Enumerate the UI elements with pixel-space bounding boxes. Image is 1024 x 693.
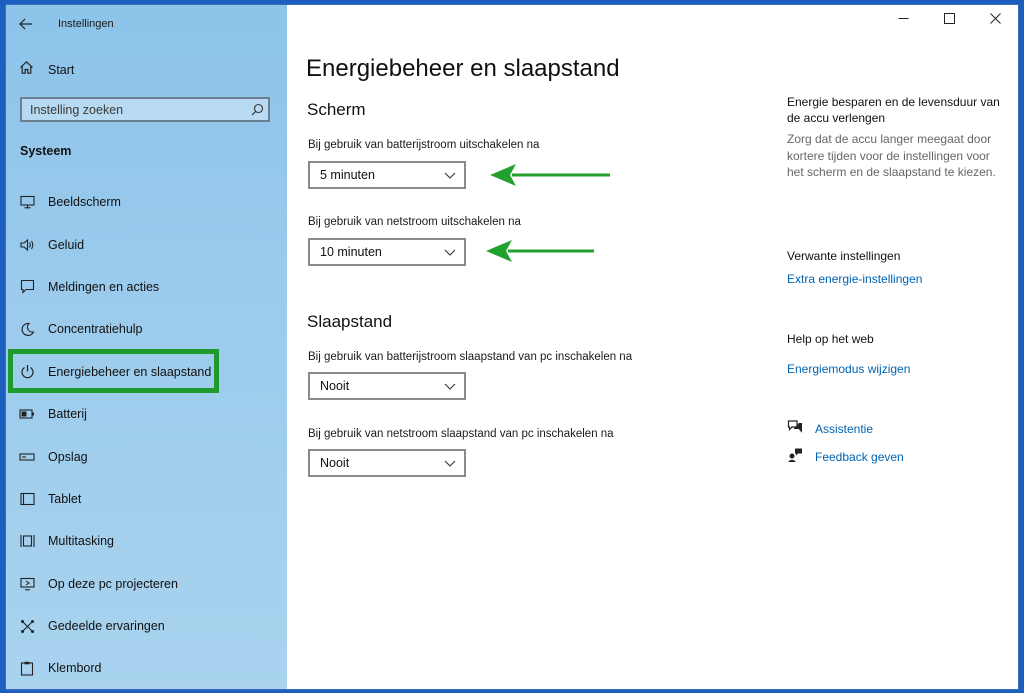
sleep-plugged-label: Bij gebruik van netstroom slaapstand van… bbox=[308, 428, 614, 440]
settings-window: Instellingen Start Systeem Beeldscherm bbox=[6, 5, 1018, 689]
tablet-icon bbox=[19, 491, 35, 507]
sidebar-item-label: Op deze pc projecteren bbox=[48, 576, 178, 591]
sidebar-nav: Beeldscherm Geluid Meldingen en acties C… bbox=[6, 181, 287, 689]
sidebar-item-label: Gedeelde ervaringen bbox=[48, 619, 165, 634]
sidebar-item-label: Klembord bbox=[48, 661, 102, 676]
sidebar-item-label: Multitasking bbox=[48, 534, 114, 549]
app-title: Instellingen bbox=[58, 18, 114, 30]
sidebar-item-gedeelde-ervaringen[interactable]: Gedeelde ervaringen bbox=[6, 605, 287, 647]
dropdown-value: 10 minuten bbox=[320, 245, 382, 259]
maximize-icon[interactable] bbox=[926, 5, 972, 31]
sidebar-item-meldingen[interactable]: Meldingen en acties bbox=[6, 266, 287, 308]
sidebar: Instellingen Start Systeem Beeldscherm bbox=[6, 5, 287, 689]
battery-icon bbox=[19, 406, 35, 422]
dropdown-value: Nooit bbox=[320, 379, 350, 393]
section-heading-scherm: Scherm bbox=[307, 100, 366, 119]
sleep-battery-label: Bij gebruik van batterijstroom slaapstan… bbox=[308, 351, 633, 363]
sidebar-item-opslag[interactable]: Opslag bbox=[6, 435, 287, 477]
sidebar-item-label: Batterij bbox=[48, 407, 87, 422]
side-panel: Energie besparen en de levensduur van de… bbox=[787, 94, 1002, 181]
sidebar-item-beeldscherm[interactable]: Beeldscherm bbox=[6, 181, 287, 223]
home-label: Start bbox=[48, 63, 75, 77]
dropdown-value: Nooit bbox=[320, 456, 350, 470]
assistance-label: Assistentie bbox=[815, 422, 874, 436]
tip-text: Zorg dat de accu langer meegaat door kor… bbox=[787, 132, 996, 179]
screen-battery-dropdown[interactable]: 5 minuten bbox=[308, 161, 466, 189]
search-icon[interactable] bbox=[246, 103, 268, 116]
web-help-title: Help op het web bbox=[787, 332, 874, 346]
annotation-arrow bbox=[490, 164, 610, 186]
sidebar-item-label: Meldingen en acties bbox=[48, 279, 160, 294]
back-arrow-icon[interactable] bbox=[18, 16, 34, 32]
sidebar-item-concentratiehulp[interactable]: Concentratiehulp bbox=[6, 308, 287, 350]
chevron-down-icon bbox=[444, 243, 456, 261]
chevron-down-icon bbox=[444, 377, 456, 395]
feedback-icon bbox=[787, 447, 803, 467]
home-link[interactable]: Start bbox=[19, 60, 74, 80]
screen-battery-label: Bij gebruik van batterijstroom uitschake… bbox=[308, 139, 540, 151]
sleep-plugged-dropdown[interactable]: Nooit bbox=[308, 449, 466, 477]
sidebar-item-label: Opslag bbox=[48, 449, 88, 464]
project-icon bbox=[19, 576, 35, 592]
search-input[interactable] bbox=[22, 98, 246, 121]
chevron-down-icon bbox=[444, 454, 456, 472]
home-icon bbox=[19, 60, 34, 80]
chevron-down-icon bbox=[444, 166, 456, 184]
sidebar-item-tablet[interactable]: Tablet bbox=[6, 478, 287, 520]
feedback-link[interactable]: Feedback geven bbox=[787, 447, 904, 467]
related-settings-title: Verwante instellingen bbox=[787, 249, 901, 263]
sidebar-item-label: Tablet bbox=[48, 491, 82, 506]
title-bar: Instellingen bbox=[18, 10, 114, 38]
tip-title: Energie besparen en de levensduur van de… bbox=[787, 95, 1000, 125]
extra-power-settings-link[interactable]: Extra energie-instellingen bbox=[787, 272, 922, 286]
sidebar-item-label: Beeldscherm bbox=[48, 195, 121, 210]
clipboard-icon bbox=[19, 660, 35, 676]
sidebar-item-energiebeheer[interactable]: Energiebeheer en slaapstand bbox=[6, 348, 287, 393]
sidebar-item-projecteren[interactable]: Op deze pc projecteren bbox=[6, 563, 287, 605]
sidebar-item-batterij[interactable]: Batterij bbox=[6, 393, 287, 435]
multitasking-icon bbox=[19, 533, 35, 549]
feedback-label: Feedback geven bbox=[815, 450, 904, 464]
monitor-icon bbox=[19, 194, 35, 210]
notification-icon bbox=[19, 279, 35, 295]
moon-icon bbox=[19, 321, 35, 337]
highlight-box bbox=[8, 348, 219, 393]
speaker-icon bbox=[19, 237, 35, 253]
assistance-link[interactable]: Assistentie bbox=[787, 419, 873, 439]
sleep-battery-dropdown[interactable]: Nooit bbox=[308, 372, 466, 400]
sidebar-item-multitasking[interactable]: Multitasking bbox=[6, 520, 287, 562]
section-label: Systeem bbox=[20, 144, 72, 158]
sidebar-item-label: Concentratiehulp bbox=[48, 322, 143, 337]
power-mode-link[interactable]: Energiemodus wijzigen bbox=[787, 362, 910, 376]
search-box[interactable] bbox=[20, 97, 270, 122]
screen-plugged-dropdown[interactable]: 10 minuten bbox=[308, 238, 466, 266]
storage-icon bbox=[19, 449, 35, 465]
page-title: Energiebeheer en slaapstand bbox=[306, 55, 620, 82]
chat-help-icon bbox=[787, 419, 803, 439]
minimize-icon[interactable] bbox=[880, 5, 926, 31]
window-controls bbox=[880, 5, 1018, 31]
close-icon[interactable] bbox=[972, 5, 1018, 31]
annotation-arrow bbox=[486, 240, 594, 262]
sidebar-item-klembord[interactable]: Klembord bbox=[6, 647, 287, 689]
sidebar-item-label: Geluid bbox=[48, 237, 85, 252]
sidebar-item-geluid[interactable]: Geluid bbox=[6, 223, 287, 265]
section-heading-slaapstand: Slaapstand bbox=[307, 312, 393, 331]
shared-experiences-icon bbox=[19, 618, 35, 634]
screen-plugged-label: Bij gebruik van netstroom uitschakelen n… bbox=[308, 216, 521, 228]
dropdown-value: 5 minuten bbox=[320, 168, 375, 182]
